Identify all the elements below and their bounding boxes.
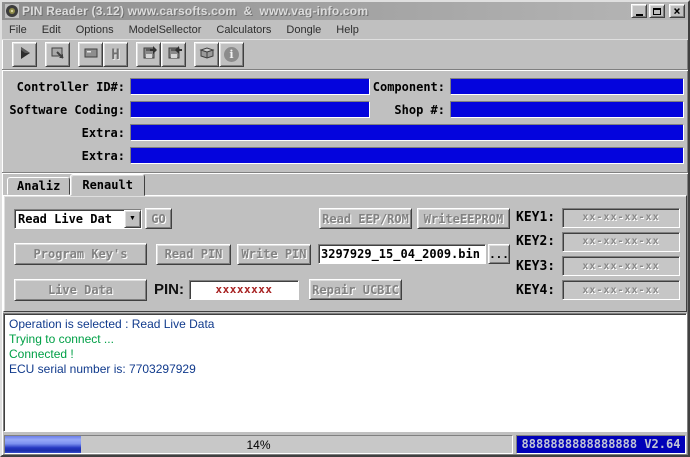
operation-select-value: Read Live Dat <box>15 210 124 228</box>
save-file-button[interactable] <box>161 42 186 67</box>
form-row: Controller ID#: Component: <box>6 78 684 95</box>
operation-select[interactable]: Read Live Dat ▼ <box>14 209 142 229</box>
screenshot-icon <box>50 45 66 64</box>
key3-label: KEY3: <box>516 259 562 274</box>
extra1-field[interactable] <box>130 124 684 141</box>
screenshot-button[interactable] <box>45 42 70 67</box>
progress-percent: 14% <box>5 438 512 452</box>
app-icon <box>5 4 19 18</box>
chevron-down-icon: ▼ <box>129 215 136 222</box>
live-data-button[interactable]: Live Data <box>14 279 147 301</box>
pin-label: PIN: <box>154 281 184 298</box>
tab-analiz[interactable]: Analiz <box>7 177 70 195</box>
menu-item-options[interactable]: Options <box>76 24 114 36</box>
write-pin-button[interactable]: Write PIN <box>237 244 311 265</box>
progress-bar: 14% <box>4 435 513 454</box>
menu-item-help[interactable]: Help <box>336 24 359 36</box>
menu-item-file[interactable]: File <box>9 24 27 36</box>
pin-input[interactable] <box>189 280 299 300</box>
log-line: Trying to connect ... <box>9 332 681 347</box>
panel-row: Live Data PIN: Repair UCBIC <box>14 278 510 301</box>
panel-row: Program Key's Read PIN Write PIN ... <box>14 243 510 266</box>
window-controls: × <box>631 4 685 18</box>
minimize-button[interactable] <box>631 4 647 18</box>
about-button[interactable]: i <box>219 42 244 67</box>
log-line: ECU serial number is: 7703297929 <box>9 362 681 377</box>
log-line: Connected ! <box>9 347 681 362</box>
component-label: Component: <box>370 80 450 94</box>
extra2-label: Extra: <box>6 149 130 163</box>
extra2-field[interactable] <box>130 147 684 164</box>
menu-bar: File Edit Options ModelSellector Calcula… <box>2 20 688 39</box>
key3-field: xx-xx-xx-xx <box>562 256 680 276</box>
panel-left-column: Read Live Dat ▼ GO Read EEP/ROM WriteEEP… <box>14 207 510 301</box>
manual-icon <box>199 45 215 64</box>
go-button[interactable]: GO <box>145 208 172 229</box>
form-row: Extra: <box>6 124 684 141</box>
terminal-button[interactable] <box>78 42 103 67</box>
software-coding-field[interactable] <box>130 101 370 118</box>
manual-button[interactable] <box>194 42 219 67</box>
hex-editor-button[interactable]: H <box>103 42 128 67</box>
form-row: Extra: <box>6 147 684 164</box>
panel-row: Read Live Dat ▼ GO Read EEP/ROM WriteEEP… <box>14 207 510 230</box>
title-bar[interactable]: PIN Reader (3.12) www.carsofts.com & www… <box>2 2 688 20</box>
tab-strip: Analiz Renault <box>2 173 688 195</box>
controller-id-label: Controller ID#: <box>6 80 130 94</box>
log-output: Operation is selected : Read Live Data T… <box>3 313 687 432</box>
menu-item-dongle[interactable]: Dongle <box>286 24 321 36</box>
status-bar: 14% 8888888888888888 V2.64 <box>2 432 688 456</box>
maximize-icon <box>653 8 661 15</box>
form-row: Software Coding: Shop #: <box>6 101 684 118</box>
info-icon: i <box>224 47 239 62</box>
menu-item-modelsellector[interactable]: ModelSellector <box>129 24 202 36</box>
log-line: Operation is selected : Read Live Data <box>9 317 681 332</box>
menu-item-calculators[interactable]: Calculators <box>216 24 271 36</box>
browse-button[interactable]: ... <box>488 244 510 264</box>
menu-item-edit[interactable]: Edit <box>42 24 61 36</box>
save-file-icon <box>166 45 182 64</box>
load-file-icon <box>141 45 157 64</box>
key4-field: xx-xx-xx-xx <box>562 280 680 300</box>
read-pin-button[interactable]: Read PIN <box>156 244 231 265</box>
keys-column: KEY1: xx-xx-xx-xx KEY2: xx-xx-xx-xx KEY3… <box>510 207 680 301</box>
key-row: KEY3: xx-xx-xx-xx <box>516 256 680 277</box>
extra1-label: Extra: <box>6 126 130 140</box>
write-eeprom-button[interactable]: WriteEEPROM <box>417 208 510 229</box>
close-button[interactable]: × <box>669 4 685 18</box>
key-row: KEY2: xx-xx-xx-xx <box>516 231 680 252</box>
key2-label: KEY2: <box>516 234 562 249</box>
component-field[interactable] <box>450 78 684 95</box>
close-icon: × <box>673 5 680 17</box>
software-coding-label: Software Coding: <box>6 103 130 117</box>
key4-label: KEY4: <box>516 283 562 298</box>
key1-label: KEY1: <box>516 210 562 225</box>
play-button[interactable] <box>12 42 37 67</box>
maximize-button[interactable] <box>649 4 665 18</box>
toolbar: H i <box>2 39 688 70</box>
minimize-icon <box>636 14 643 16</box>
key2-field: xx-xx-xx-xx <box>562 232 680 252</box>
program-keys-button[interactable]: Program Key's <box>14 243 147 265</box>
dropdown-arrow-button[interactable]: ▼ <box>124 210 141 228</box>
key1-field: xx-xx-xx-xx <box>562 208 680 228</box>
ecu-info-panel: Controller ID#: Component: Software Codi… <box>2 70 688 173</box>
controller-id-field[interactable] <box>130 78 370 95</box>
play-icon <box>17 45 33 64</box>
load-file-button[interactable] <box>136 42 161 67</box>
app-window: PIN Reader (3.12) www.carsofts.com & www… <box>0 0 690 457</box>
window-title: PIN Reader (3.12) www.carsofts.com & www… <box>22 4 628 18</box>
repair-ucbic-button[interactable]: Repair UCBIC <box>309 279 402 300</box>
device-info-panel: 8888888888888888 V2.64 <box>516 435 686 454</box>
tab-renault[interactable]: Renault <box>70 174 145 196</box>
renault-panel: Read Live Dat ▼ GO Read EEP/ROM WriteEEP… <box>3 195 687 312</box>
shop-field[interactable] <box>450 101 684 118</box>
hex-editor-icon: H <box>111 47 119 63</box>
shop-label: Shop #: <box>370 103 450 117</box>
key-row: KEY1: xx-xx-xx-xx <box>516 207 680 228</box>
read-eeprom-button[interactable]: Read EEP/ROM <box>319 208 412 229</box>
key-row: KEY4: xx-xx-xx-xx <box>516 280 680 301</box>
filename-input[interactable] <box>318 244 486 264</box>
terminal-icon <box>83 45 99 64</box>
